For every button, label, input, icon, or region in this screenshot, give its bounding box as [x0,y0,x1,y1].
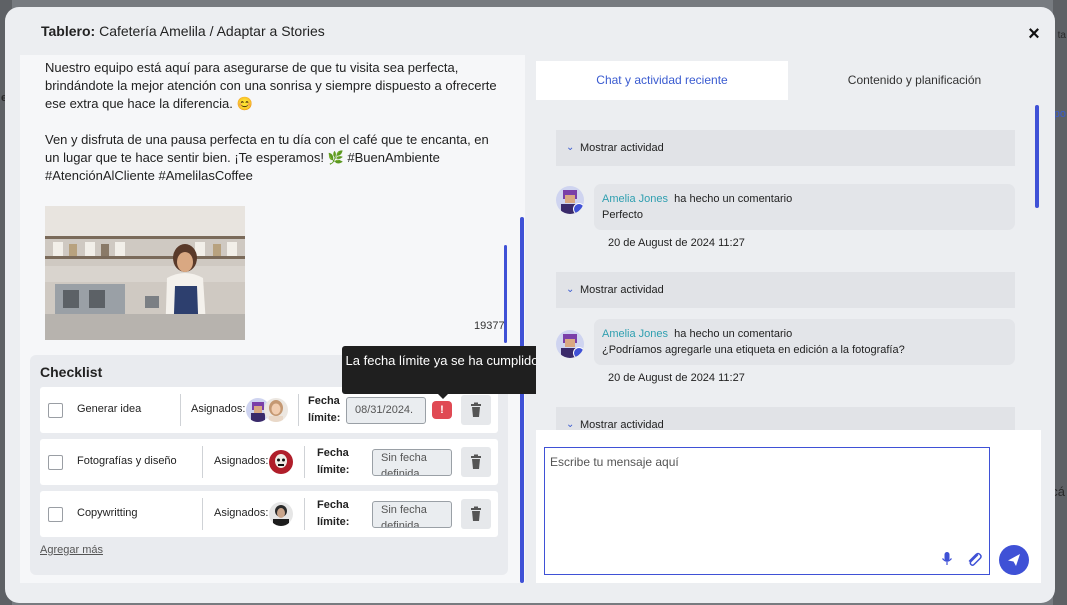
backdrop-text: ta [1057,30,1066,41]
comment-date: 20 de August de 2024 11:27 [608,372,745,384]
paperclip-icon[interactable] [965,550,983,568]
trash-icon [471,454,481,469]
post-scrollbar[interactable] [504,245,507,343]
chevron-down-icon: ⌄ [566,284,575,295]
checklist-title: Checklist [40,364,103,380]
chevron-down-icon: ⌄ [566,142,575,153]
due-date-label: Fecha límite: [317,445,349,479]
avatar[interactable] [556,186,584,214]
modal-title-path: Cafetería Amelila / Adaptar a Stories [99,23,325,39]
comment-bubble: Amelia Jones ha hecho un comentario Perf… [594,184,1015,230]
divider [180,394,181,426]
panel-scrollbar[interactable] [520,217,524,583]
show-activity-toggle[interactable]: ⌄ Mostrar actividad [556,272,1015,308]
modal-header: Tablero: Cafetería Amelila / Adaptar a S… [5,7,1055,55]
send-button[interactable] [999,545,1029,575]
checklist-item: Fotografías y diseño Asignados: Fecha lí… [40,439,498,485]
trash-icon [471,506,481,521]
delete-button[interactable] [461,395,491,425]
comment-author[interactable]: Amelia Jones [602,193,668,205]
assigned-label: Asignados: [214,507,269,519]
microphone-icon[interactable] [941,552,953,566]
assigned-label: Asignados: [214,455,269,467]
checklist-item: Copywritting Asignados: Fecha límite: Si… [40,491,498,537]
due-date-label-line: límite: [317,516,350,528]
message-input[interactable] [545,448,989,574]
post-panel: Nuestro equipo está aquí para asegurarse… [20,55,525,583]
post-paragraph: Nuestro equipo está aquí para asegurarse… [45,60,497,111]
online-status-icon [573,203,584,214]
character-count: 19377 [474,320,505,332]
comment-author[interactable]: Amelia Jones [602,328,668,340]
divider [304,446,305,478]
task-modal: Tablero: Cafetería Amelila / Adaptar a S… [5,7,1055,603]
modal-title-prefix: Tablero: [41,23,96,39]
modal-title: Tablero: Cafetería Amelila / Adaptar a S… [41,23,325,39]
item-checkbox[interactable] [48,403,63,418]
post-image [45,206,245,340]
comment-action: ha hecho un comentario [674,328,793,340]
chevron-down-icon: ⌄ [566,419,575,430]
comment-date: 20 de August de 2024 11:27 [608,237,745,249]
add-more-link[interactable]: Agregar más [40,544,103,556]
backdrop-right-strip [1053,0,1067,605]
due-date-label-line: Fecha [317,499,349,511]
activity-scrollbar[interactable] [1035,105,1039,208]
show-activity-label: Mostrar actividad [580,284,664,296]
due-date-label-line: límite: [317,464,350,476]
due-date-label-line: límite: [308,412,341,424]
due-date-label-line: Fecha [308,395,340,407]
tab-content-planning[interactable]: Contenido y planificación [788,61,1041,100]
post-paragraph: Ven y disfruta de una pausa perfecta en … [45,132,489,183]
overdue-tooltip: La fecha límite ya se ha cumplido [342,346,542,394]
activity-feed: ⌄ Mostrar actividad Amelia Jones ha hech… [536,100,1041,430]
online-status-icon [573,347,584,358]
message-composer [544,447,990,575]
backdrop-text: po [1053,108,1066,120]
comment-bubble: Amelia Jones ha hecho un comentario ¿Pod… [594,319,1015,365]
item-name: Fotografías y diseño [77,455,177,467]
show-activity-label: Mostrar actividad [580,419,664,430]
show-activity-toggle[interactable]: ⌄ Mostrar actividad [556,130,1015,166]
due-date-input[interactable]: Sin fecha definida [372,449,452,476]
due-date-label: Fecha límite: [308,393,340,427]
comment-action: ha hecho un comentario [674,193,793,205]
avatar[interactable] [269,502,293,526]
comment-text: Perfecto [602,209,643,221]
divider [304,498,305,530]
alert-icon[interactable]: ! [432,401,452,419]
delete-button[interactable] [461,499,491,529]
assigned-label: Asignados: [191,403,246,415]
due-date-label: Fecha límite: [317,497,349,531]
close-icon[interactable]: × [1025,24,1043,44]
post-text: Nuestro equipo está aquí para asegurarse… [45,59,500,203]
trash-icon [471,402,481,417]
item-checkbox[interactable] [48,455,63,470]
divider [298,394,299,426]
divider [202,446,203,478]
comment-text: ¿Podríamos agregarle una etiqueta en edi… [602,344,905,356]
avatar[interactable] [264,398,288,422]
tooltip-arrow [437,393,449,399]
delete-button[interactable] [461,447,491,477]
chat-panel: Chat y actividad reciente Contenido y pl… [536,61,1041,583]
tab-chat[interactable]: Chat y actividad reciente [536,61,788,100]
show-activity-label: Mostrar actividad [580,142,664,154]
send-icon [1008,554,1020,566]
item-checkbox[interactable] [48,507,63,522]
due-date-label-line: Fecha [317,447,349,459]
due-date-input[interactable]: 08/31/2024. [346,397,426,424]
item-name: Generar idea [77,403,142,415]
divider [202,498,203,530]
avatar[interactable] [269,450,293,474]
show-activity-toggle[interactable]: ⌄ Mostrar actividad [556,407,1015,430]
avatar[interactable] [556,330,584,358]
due-date-input[interactable]: Sin fecha definida [372,501,452,528]
item-name: Copywritting [77,507,138,519]
